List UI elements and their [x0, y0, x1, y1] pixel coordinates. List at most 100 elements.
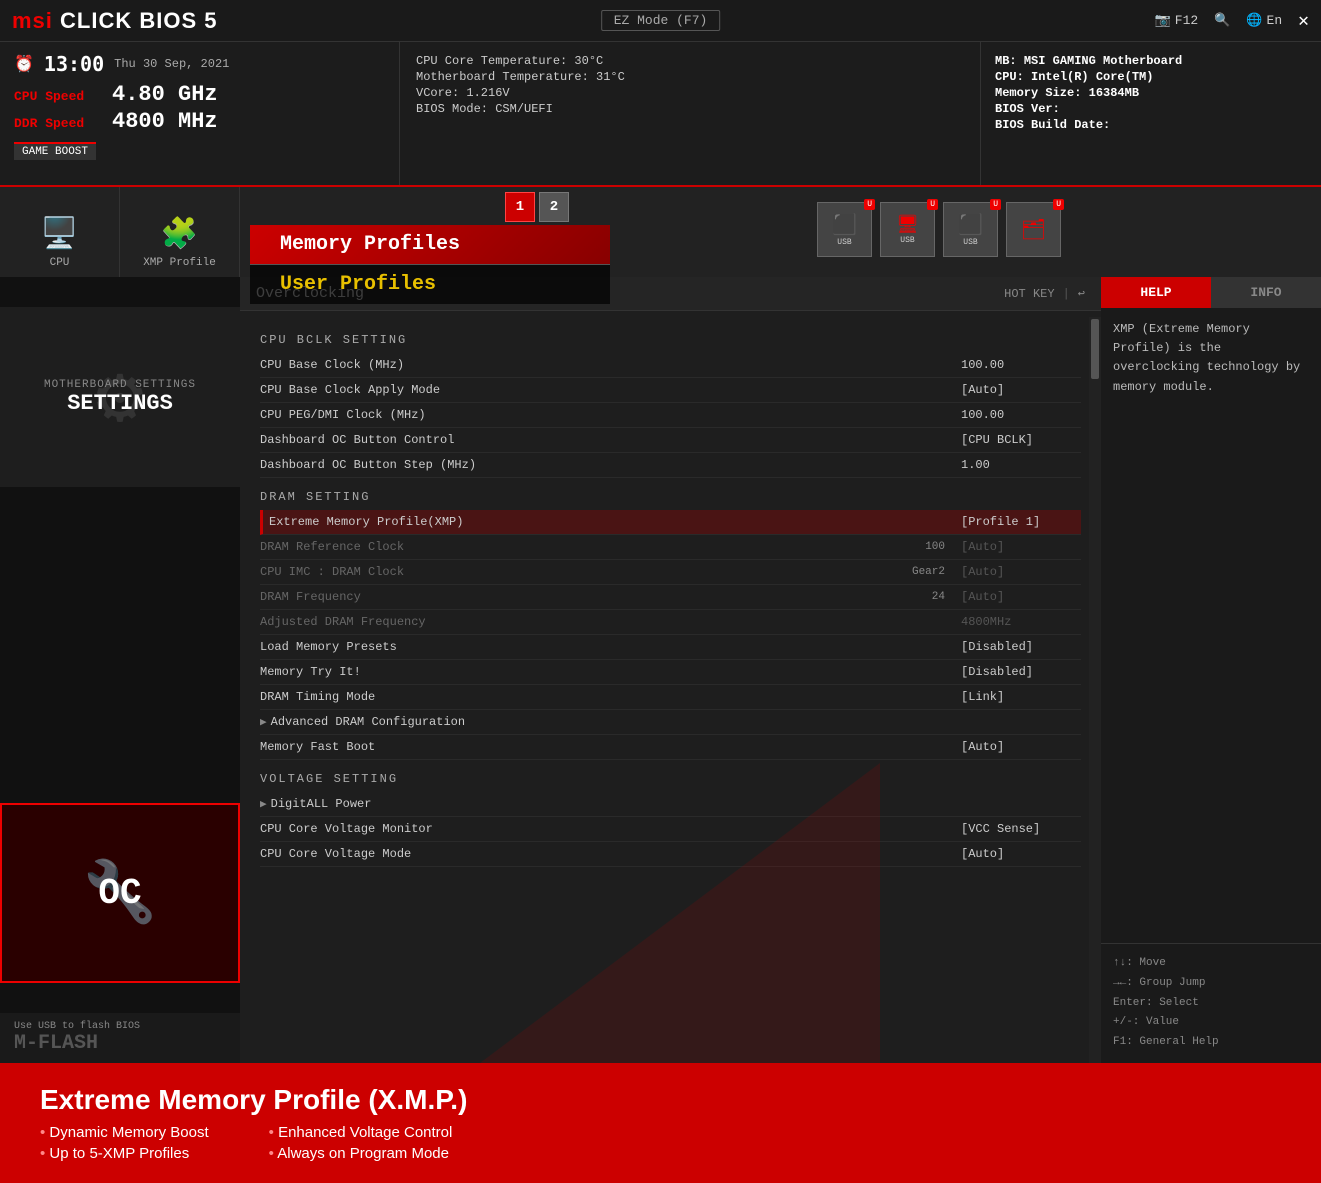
feature-2: Up to 5-XMP Profiles — [40, 1145, 209, 1162]
oc-label: OC — [98, 873, 141, 914]
cpu-speed-row: CPU Speed 4.80 GHz — [14, 82, 385, 107]
setting-cpu-base-clock[interactable]: CPU Base Clock (MHz) 100.00 — [260, 353, 1081, 378]
bios-mode-line: BIOS Mode: CSM/UEFI — [416, 102, 964, 116]
info-tab[interactable]: INFO — [1211, 277, 1321, 308]
usb-badge-4: U — [1053, 199, 1064, 210]
feature-1: Dynamic Memory Boost — [40, 1124, 209, 1141]
clock-icon: ⏰ — [14, 54, 34, 74]
usb-icon-2[interactable]: U 🖥 USB — [880, 202, 935, 257]
arrow-icon: ▶ — [260, 715, 267, 729]
scroll-indicator — [1089, 317, 1101, 1063]
top-bar: msi CLICK BIOS 5 EZ Mode (F7) 📷 F12 🔍 🌐 … — [0, 0, 1321, 42]
close-button[interactable]: ✕ — [1298, 10, 1309, 32]
nav-bar: 🖥️ CPU 🧩 XMP Profile 1 2 Memory Profiles… — [0, 187, 1321, 277]
setting-load-mem-presets[interactable]: Load Memory Presets [Disabled] — [260, 635, 1081, 660]
setting-cpu-peg-dmi[interactable]: CPU PEG/DMI Clock (MHz) 100.00 — [260, 403, 1081, 428]
key-move: ↑↓: Move — [1113, 954, 1309, 974]
nav-cpu[interactable]: 🖥️ CPU — [0, 187, 120, 277]
usb-badge-2: U — [927, 199, 938, 210]
center-content: Overclocking HOT KEY | ↩ CPU BCLK Settin… — [240, 277, 1101, 1063]
back-icon[interactable]: ↩ — [1078, 286, 1085, 301]
user-profiles-tab[interactable]: User Profiles — [250, 264, 610, 304]
setting-mem-fast-boot[interactable]: Memory Fast Boot [Auto] — [260, 735, 1081, 760]
xmp-icon: 🧩 — [161, 216, 198, 253]
bottom-section: Extreme Memory Profile (X.M.P.) Dynamic … — [0, 1063, 1321, 1183]
setting-adv-dram-config[interactable]: ▶ Advanced DRAM Configuration — [260, 710, 1081, 735]
oc-section: OC — [0, 803, 240, 983]
setting-cpu-base-clock-mode[interactable]: CPU Base Clock Apply Mode [Auto] — [260, 378, 1081, 403]
setting-digitall-power[interactable]: ▶ DigitALL Power — [260, 792, 1081, 817]
bios-ver-line: BIOS Ver: — [995, 102, 1307, 116]
help-content: XMP (Extreme Memory Profile) is the over… — [1101, 308, 1321, 943]
usb-icon-3[interactable]: U ⬛ USB — [943, 202, 998, 257]
usb-icon-4[interactable]: U 🗂 — [1006, 202, 1061, 257]
setting-memory-try-it[interactable]: Memory Try It! [Disabled] — [260, 660, 1081, 685]
setting-dram-ref-clock[interactable]: DRAM Reference Clock 100 [Auto] — [260, 535, 1081, 560]
scroll-thumb[interactable] — [1091, 319, 1099, 379]
nav-xmp[interactable]: 🧩 XMP Profile — [120, 187, 240, 277]
vcore-line: VCore: 1.216V — [416, 86, 964, 100]
voltage-section-header: Voltage Setting — [260, 772, 1081, 786]
clock-date: Thu 30 Sep, 2021 — [114, 57, 229, 71]
mflash-sub-label: Use USB to flash BIOS — [14, 1021, 226, 1032]
setting-dashboard-oc-step[interactable]: Dashboard OC Button Step (MHz) 1.00 — [260, 453, 1081, 478]
oc-button[interactable]: OC — [0, 803, 240, 983]
ddr-speed-row: DDR Speed 4800 MHz — [14, 109, 385, 134]
ddr-speed-value: 4800 MHz — [112, 109, 218, 134]
usb-badge-3: U — [990, 199, 1001, 210]
key-help: F1: General Help — [1113, 1033, 1309, 1053]
hotkey-area: HOT KEY | ↩ — [1004, 286, 1085, 301]
feature-4: Always on Program Mode — [269, 1145, 453, 1162]
top-right-controls: 📷 F12 🔍 🌐 En ✕ — [1155, 10, 1309, 32]
screenshot-button[interactable]: 📷 F12 — [1155, 13, 1199, 28]
xmp-num-1[interactable]: 1 — [505, 192, 535, 222]
key-value: +/-: Value — [1113, 1013, 1309, 1033]
search-button[interactable]: 🔍 — [1214, 13, 1230, 28]
features-right: Enhanced Voltage Control Always on Progr… — [269, 1124, 453, 1162]
settings-list: CPU BCLK Setting CPU Base Clock (MHz) 10… — [240, 311, 1101, 1057]
usb-icon-1[interactable]: U ⬛ USB — [817, 202, 872, 257]
xmp-numbers: 1 2 — [505, 192, 569, 222]
cpu-nav-label: CPU — [50, 257, 70, 269]
globe-icon: 🌐 — [1246, 13, 1262, 28]
setting-dashboard-oc-control[interactable]: Dashboard OC Button Control [CPU BCLK] — [260, 428, 1081, 453]
setting-cpu-core-volt-mode[interactable]: CPU Core Voltage Mode [Auto] — [260, 842, 1081, 867]
key-select: Enter: Select — [1113, 994, 1309, 1014]
settings-section[interactable]: Motherboard settings SETTINGS — [0, 307, 240, 487]
setting-cpu-imc-dram[interactable]: CPU IMC : DRAM Clock Gear2 [Auto] — [260, 560, 1081, 585]
feature-3: Enhanced Voltage Control — [269, 1124, 453, 1141]
right-panel: HELP INFO XMP (Extreme Memory Profile) i… — [1101, 277, 1321, 1063]
clock-row: ⏰ 13:00 Thu 30 Sep, 2021 — [14, 52, 385, 76]
cpu-info-line: CPU: Intel(R) Core(TM) — [995, 70, 1307, 84]
dram-section-header: DRAM Setting — [260, 490, 1081, 504]
help-info-tabs: HELP INFO — [1101, 277, 1321, 308]
setting-cpu-core-volt-monitor[interactable]: CPU Core Voltage Monitor [VCC Sense] — [260, 817, 1081, 842]
mb-info-line: MB: MSI GAMING Motherboard — [995, 54, 1307, 68]
mb-temp-line: Motherboard Temperature: 31°C — [416, 70, 964, 84]
clock-time: 13:00 — [44, 52, 104, 76]
arrow-icon-2: ▶ — [260, 797, 267, 811]
game-boost-label[interactable]: GAME BOOST — [14, 142, 96, 160]
xmp-num-2[interactable]: 2 — [539, 192, 569, 222]
cpu-bclk-section-header: CPU BCLK Setting — [260, 333, 1081, 347]
cpu-temp-line: CPU Core Temperature: 30°C — [416, 54, 964, 68]
status-bar: ⏰ 13:00 Thu 30 Sep, 2021 CPU Speed 4.80 … — [0, 42, 1321, 187]
camera-icon: 📷 — [1155, 13, 1171, 28]
ez-mode-button[interactable]: EZ Mode (F7) — [601, 10, 721, 31]
setting-xmp[interactable]: Extreme Memory Profile(XMP) [Profile 1] — [260, 510, 1081, 535]
search-icon: 🔍 — [1214, 13, 1230, 28]
cpu-speed-label: CPU Speed — [14, 89, 104, 104]
setting-dram-timing-mode[interactable]: DRAM Timing Mode [Link] — [260, 685, 1081, 710]
status-right: MB: MSI GAMING Motherboard CPU: Intel(R)… — [981, 42, 1321, 185]
main-content: Motherboard settings SETTINGS OC Use USB… — [0, 277, 1321, 1063]
setting-dram-freq[interactable]: DRAM Frequency 24 [Auto] — [260, 585, 1081, 610]
features-left: Dynamic Memory Boost Up to 5-XMP Profile… — [40, 1124, 209, 1162]
memory-profiles-tab[interactable]: Memory Profiles — [250, 225, 610, 264]
mflash-title-label: M-FLASH — [14, 1032, 226, 1055]
cpu-speed-value: 4.80 GHz — [112, 82, 218, 107]
mflash-section[interactable]: Use USB to flash BIOS M-FLASH — [0, 1013, 240, 1063]
language-button[interactable]: 🌐 En — [1246, 13, 1282, 28]
settings-sub-label: Motherboard settings — [44, 379, 196, 391]
help-tab[interactable]: HELP — [1101, 277, 1211, 308]
status-left: ⏰ 13:00 Thu 30 Sep, 2021 CPU Speed 4.80 … — [0, 42, 400, 185]
